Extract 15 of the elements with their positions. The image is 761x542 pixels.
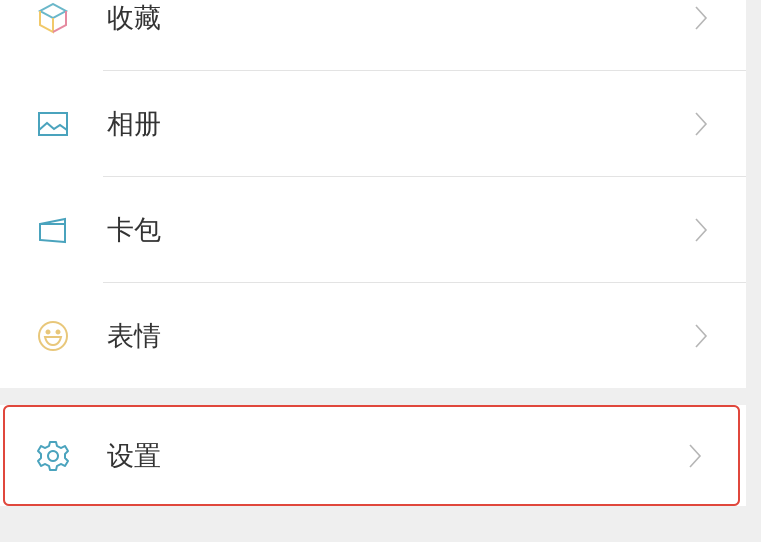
- menu-label: 相册: [107, 108, 162, 142]
- chevron-icon: [694, 110, 708, 136]
- chevron-icon: [688, 442, 702, 468]
- chevron-icon: [694, 4, 708, 30]
- menu-item[interactable]: 收藏: [0, 0, 746, 70]
- menu-label: 表情: [107, 320, 162, 354]
- menu-item[interactable]: 设置: [3, 405, 740, 506]
- menu-item[interactable]: 表情: [0, 283, 746, 388]
- chevron-icon: [694, 216, 708, 242]
- menu-label: 卡包: [107, 214, 162, 248]
- chevron-icon: [694, 322, 708, 348]
- menu-item[interactable]: 卡包: [0, 177, 746, 282]
- menu-item[interactable]: 相册: [0, 71, 746, 176]
- menu-label: 设置: [107, 440, 162, 474]
- menu-label: 收藏: [107, 2, 162, 36]
